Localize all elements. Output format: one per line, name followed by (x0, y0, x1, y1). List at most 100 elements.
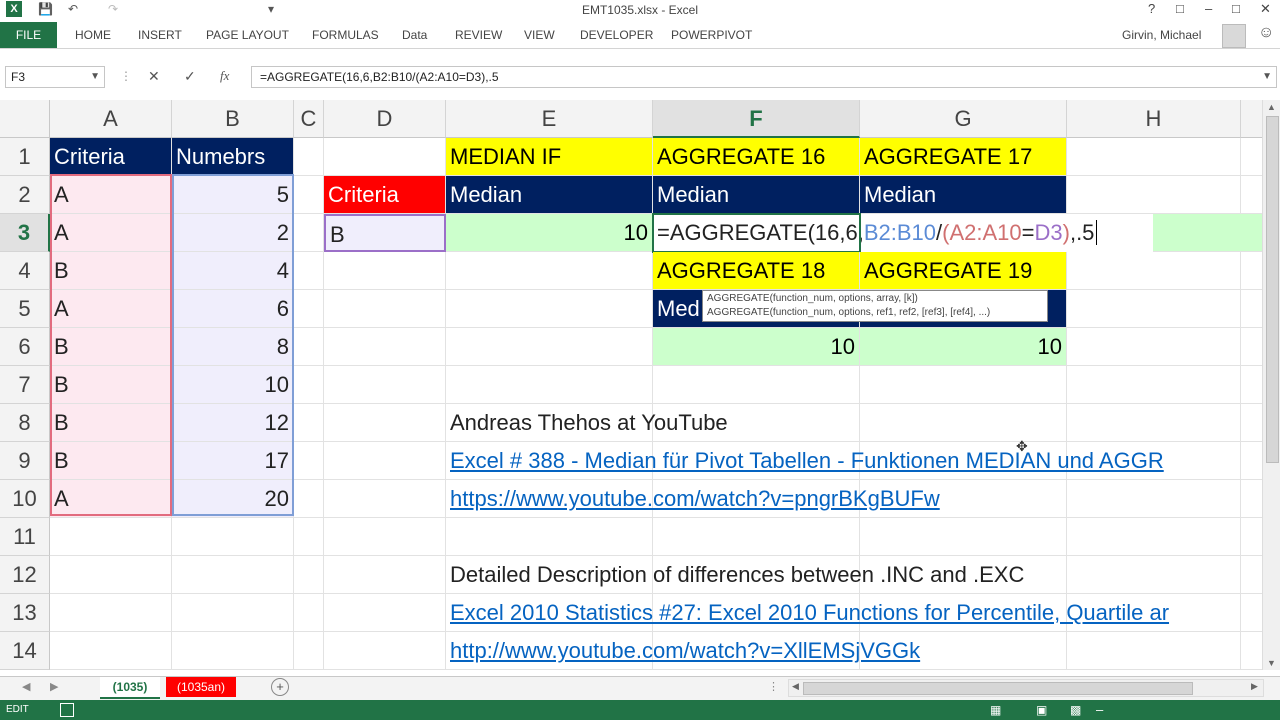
scroll-down-icon[interactable]: ▼ (1267, 658, 1276, 668)
cell-b9[interactable]: 17 (172, 442, 294, 480)
next-sheet-icon[interactable]: ▶ (50, 680, 58, 693)
column-header-d[interactable]: D (324, 100, 446, 138)
page-break-view-icon[interactable]: ▩ (1070, 703, 1081, 717)
column-header-i[interactable] (1241, 100, 1262, 138)
restore-ribbon-icon[interactable]: □ (1176, 1, 1184, 16)
formula-input[interactable]: =AGGREGATE(16,6,B2:B10/(A2:A10=D3),.5 ▼ (251, 66, 1277, 88)
cell-d2[interactable]: Criteria (324, 176, 446, 214)
cell-a9[interactable]: B (50, 442, 172, 480)
cell-e2[interactable]: Median (446, 176, 653, 214)
cell-e3[interactable]: 10 (446, 214, 653, 252)
scroll-thumb[interactable] (1266, 116, 1279, 463)
column-header-f[interactable]: F (653, 100, 860, 138)
column-header-c[interactable]: C (294, 100, 324, 138)
cell-a2[interactable]: A (50, 176, 172, 214)
cell-d3[interactable]: B (324, 214, 446, 252)
cell-a1[interactable]: Criteria (50, 138, 172, 176)
row-header-3[interactable]: 3 (0, 214, 50, 252)
row-header-13[interactable]: 13 (0, 594, 50, 632)
cell-f1[interactable]: AGGREGATE 16 (653, 138, 860, 176)
cell-b5[interactable]: 6 (172, 290, 294, 328)
cell-b7[interactable]: 10 (172, 366, 294, 404)
row-header-12[interactable]: 12 (0, 556, 50, 594)
insert-function-icon[interactable]: fx (220, 68, 229, 84)
scroll-up-icon[interactable]: ▲ (1267, 102, 1276, 112)
cell-a6[interactable]: B (50, 328, 172, 366)
row-header-8[interactable]: 8 (0, 404, 50, 442)
row-header-14[interactable]: 14 (0, 632, 50, 670)
cell-b8[interactable]: 12 (172, 404, 294, 442)
scroll-right-icon[interactable]: ▶ (1251, 681, 1258, 692)
row-header-10[interactable]: 10 (0, 480, 50, 518)
horizontal-scrollbar[interactable]: ◀ ▶ (788, 679, 1264, 697)
tab-split-handle[interactable]: ⋮ (768, 680, 779, 693)
cell-b4[interactable]: 4 (172, 252, 294, 290)
cell-e1[interactable]: MEDIAN IF (446, 138, 653, 176)
minimize-icon[interactable]: – (1205, 1, 1212, 16)
tab-page-layout[interactable]: PAGE LAYOUT (206, 28, 289, 42)
cell-g1[interactable]: AGGREGATE 17 (860, 138, 1067, 176)
row-header-4[interactable]: 4 (0, 252, 50, 290)
tab-developer[interactable]: DEVELOPER (580, 28, 653, 42)
cell-g2[interactable]: Median (860, 176, 1067, 214)
cell-a8[interactable]: B (50, 404, 172, 442)
row-header-7[interactable]: 7 (0, 366, 50, 404)
help-icon[interactable]: ? (1148, 1, 1155, 16)
scroll-left-icon[interactable]: ◀ (792, 681, 799, 692)
cell-b10[interactable]: 20 (172, 480, 294, 518)
cell-e10-link[interactable]: https://www.youtube.com/watch?v=pngrBKgB… (446, 480, 1146, 518)
column-header-b[interactable]: B (172, 100, 294, 138)
cell-b1[interactable]: Numebrs (172, 138, 294, 176)
cell-e12[interactable]: Detailed Description of differences betw… (446, 556, 1206, 594)
cell-a3[interactable]: A (50, 214, 172, 252)
row-header-1[interactable]: 1 (0, 138, 50, 176)
close-icon[interactable]: ✕ (1260, 1, 1271, 17)
cell-a5[interactable]: A (50, 290, 172, 328)
cell-f4[interactable]: AGGREGATE 18 (653, 252, 860, 290)
tab-file[interactable]: FILE (0, 22, 57, 48)
h-scroll-thumb[interactable] (803, 682, 1193, 695)
cell-b3[interactable]: 2 (172, 214, 294, 252)
avatar[interactable] (1222, 24, 1246, 48)
cell-a4[interactable]: B (50, 252, 172, 290)
tab-formulas[interactable]: FORMULAS (312, 28, 379, 42)
cell-e9-link[interactable]: Excel # 388 - Median für Pivot Tabellen … (446, 442, 1262, 480)
tab-view[interactable]: VIEW (524, 28, 555, 42)
tab-insert[interactable]: INSERT (138, 28, 182, 42)
cell-g4[interactable]: AGGREGATE 19 (860, 252, 1067, 290)
vertical-scrollbar[interactable]: ▲ ▼ (1262, 100, 1280, 670)
cell-a7[interactable]: B (50, 366, 172, 404)
cell-b2[interactable]: 5 (172, 176, 294, 214)
cell-f3-editing[interactable]: =AGGREGATE(16,6,B2:B10/(A2:A10=D3),.5 (653, 214, 1153, 252)
row-header-9[interactable]: 9 (0, 442, 50, 480)
user-name[interactable]: Girvin, Michael (1122, 28, 1201, 42)
cell-g6[interactable]: 10 (860, 328, 1067, 366)
smiley-icon[interactable]: ☺ (1258, 24, 1274, 42)
cell-f2[interactable]: Median (653, 176, 860, 214)
cell-e8[interactable]: Andreas Thehos at YouTube (446, 404, 1146, 442)
cell-b6[interactable]: 8 (172, 328, 294, 366)
column-header-a[interactable]: A (50, 100, 172, 138)
prev-sheet-icon[interactable]: ◀ (22, 680, 30, 693)
column-header-h[interactable]: H (1067, 100, 1241, 138)
macro-record-icon[interactable] (60, 703, 74, 717)
tab-powerpivot[interactable]: POWERPIVOT (671, 28, 752, 42)
tab-home[interactable]: HOME (75, 28, 111, 42)
cancel-icon[interactable]: ✕ (148, 68, 160, 85)
cell-f6[interactable]: 10 (653, 328, 860, 366)
row-header-5[interactable]: 5 (0, 290, 50, 328)
worksheet-grid[interactable]: A B C D E F G H 1 2 3 4 5 6 7 8 9 10 11 … (0, 100, 1262, 670)
row-header-6[interactable]: 6 (0, 328, 50, 366)
column-header-e[interactable]: E (446, 100, 653, 138)
sheet-tab-1035an[interactable]: (1035an) (166, 677, 236, 697)
select-all-corner[interactable] (0, 100, 50, 138)
enter-check-icon[interactable]: ✓ (184, 68, 196, 85)
name-box[interactable]: F3 ▼ (5, 66, 105, 88)
cell-a10[interactable]: A (50, 480, 172, 518)
new-sheet-plus-icon[interactable]: + (271, 678, 289, 696)
tab-data[interactable]: Data (402, 28, 427, 42)
tab-review[interactable]: REVIEW (455, 28, 502, 42)
maximize-icon[interactable]: □ (1232, 1, 1240, 16)
normal-view-icon[interactable]: ▦ (990, 703, 1001, 717)
expand-formula-chevron-down-icon[interactable]: ▼ (1262, 67, 1272, 87)
